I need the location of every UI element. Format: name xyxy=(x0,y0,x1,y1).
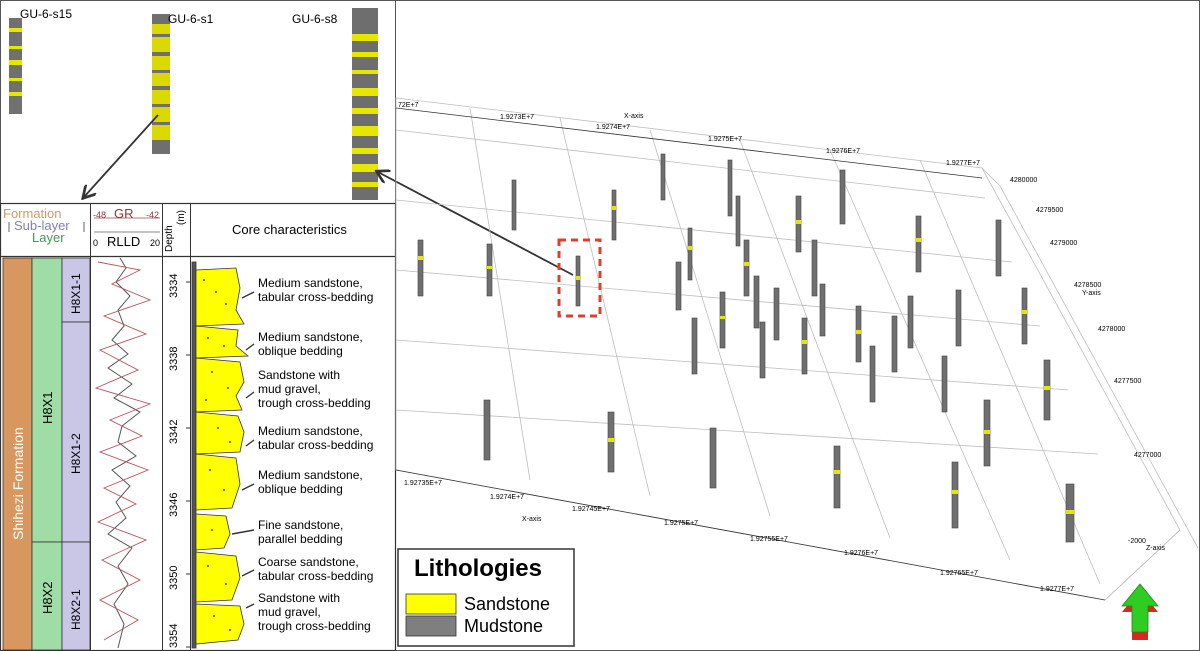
core-note: Medium sandstone, tabular cross-bedding xyxy=(258,424,374,452)
y-tick: 4279500 xyxy=(1036,207,1064,214)
layer-header: Layer xyxy=(32,230,65,245)
rlld-header: RLLD xyxy=(107,234,141,249)
layer-h8x1-2-band xyxy=(61,321,91,543)
x-tick-top: 1.9277E+7 xyxy=(946,160,981,167)
gr-header: GR xyxy=(114,206,134,221)
x-tick-top: 1.9273E+7 xyxy=(500,114,535,121)
x-axis-label-top: X-axis xyxy=(624,113,644,120)
x-tick-top: 72E+7 xyxy=(398,102,419,109)
depth-tick-3338: 3338 xyxy=(168,346,180,371)
y-tick: 4280000 xyxy=(1010,177,1038,184)
well-label-gu-6-s15: GU-6-s15 xyxy=(20,7,73,21)
x-tick-bottom: 1.92745E+7 xyxy=(572,506,610,513)
core-note: Sandstone with mud gravel, trough cross-be… xyxy=(258,591,371,633)
depth-header: Depth xyxy=(164,225,175,252)
gr-min-label: -48 xyxy=(93,210,107,220)
well-label-gu-6-s8: GU-6-s8 xyxy=(292,12,338,26)
y-tick: 4279000 xyxy=(1050,240,1078,247)
x-tick-bottom: 1.92765E+7 xyxy=(940,570,978,577)
x-tick-top: 1.9275E+7 xyxy=(708,136,743,143)
depth-tick-3342: 3342 xyxy=(168,419,180,444)
formation-name: Shihezi Formation xyxy=(10,427,26,540)
x-axis-label-bottom: X-axis xyxy=(522,516,542,523)
x-tick-bottom: 1.92735E+7 xyxy=(404,480,442,487)
gr-max-label: -42 xyxy=(146,210,160,220)
sublayer-h8x2-label: H8X2 xyxy=(40,581,55,614)
layer-h8x1-2-label: H8X1-2 xyxy=(69,433,83,474)
well-label-gu-6-s1: GU-6-s1 xyxy=(168,12,214,26)
y-axis-label: Y-axis xyxy=(1082,290,1101,297)
legend-label-sandstone: Sandstone xyxy=(464,594,551,614)
well-stick-gu-6-s1 xyxy=(152,14,170,154)
legend-swatch-mudstone xyxy=(405,615,457,637)
x-tick-top: 1.9276E+7 xyxy=(826,148,861,155)
depth-tick-3334: 3334 xyxy=(168,273,180,298)
x-tick-bottom: 1.9274E+7 xyxy=(490,494,525,501)
core-note: Medium sandstone, oblique bedding xyxy=(258,468,363,496)
well-stick-gu-6-s15 xyxy=(9,18,22,114)
x-tick-top: 1.9274E+7 xyxy=(596,124,631,131)
z-tick: -2000 xyxy=(1128,538,1146,545)
core-note: Sandstone with mud gravel, trough cross-be… xyxy=(258,368,371,410)
z-axis-label: Z-axis xyxy=(1146,545,1166,552)
depth-tick-3350: 3350 xyxy=(168,565,180,590)
rlld-min-label: 0 xyxy=(93,238,99,248)
legend-swatch-sandstone xyxy=(405,593,457,615)
depth-unit: (m) xyxy=(176,210,187,225)
sublayer-h8x1-label: H8X1 xyxy=(40,391,55,424)
y-tick: 4278500 xyxy=(1074,282,1102,289)
x-tick-bottom: 1.9277E+7 xyxy=(1040,586,1075,593)
depth-tick-3354: 3354 xyxy=(168,623,180,648)
core-note: Fine sandstone, parallel bedding xyxy=(258,518,344,546)
legend-title: Lithologies xyxy=(414,555,542,582)
x-tick-bottom: 1.9275E+7 xyxy=(664,520,699,527)
depth-tick-3346: 3346 xyxy=(168,492,180,517)
x-tick-bottom: 1.92755E+7 xyxy=(750,536,788,543)
core-note: Medium sandstone, oblique bedding xyxy=(258,330,363,358)
core-note: Coarse sandstone, tabular cross-bedding xyxy=(258,555,374,583)
well-stick-gu-6-s8 xyxy=(352,8,378,200)
rlld-max-label: 20 xyxy=(150,238,161,248)
y-tick: 4278000 xyxy=(1098,326,1126,333)
layer-h8x1-1-label: H8X1-1 xyxy=(69,273,83,314)
core-note: Medium sandstone, tabular cross-bedding xyxy=(258,276,374,304)
figure-canvas xyxy=(0,0,1200,651)
legend-label-mudstone: Mudstone xyxy=(464,616,544,636)
y-tick: 4277500 xyxy=(1114,378,1142,385)
core-header: Core characteristics xyxy=(232,222,347,237)
y-tick: 4277000 xyxy=(1134,452,1162,459)
layer-h8x2-1-label: H8X2-1 xyxy=(69,589,83,630)
x-tick-bottom: 1.9276E+7 xyxy=(844,550,879,557)
